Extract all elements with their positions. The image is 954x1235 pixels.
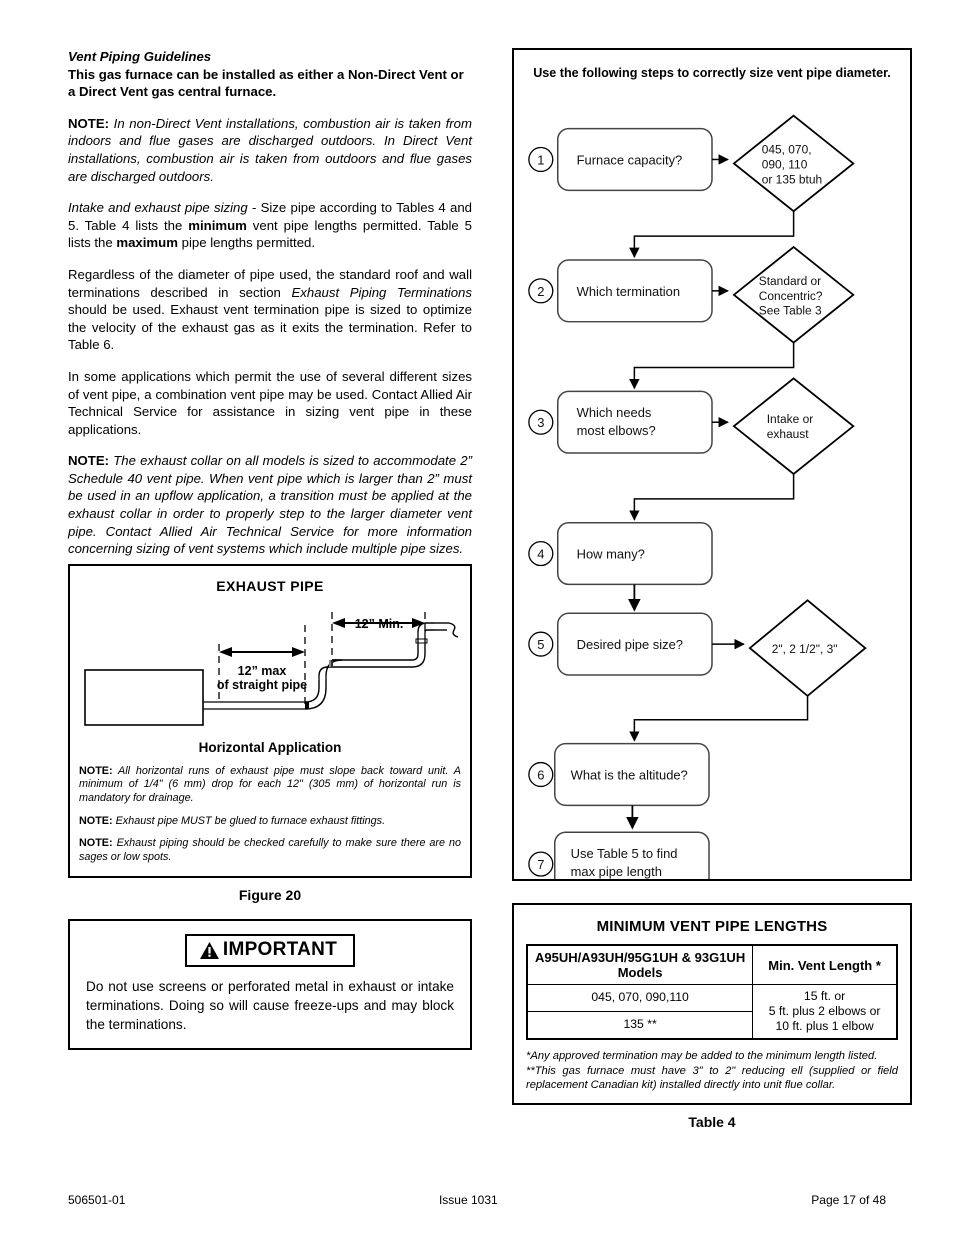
note-text: The exhaust collar on all models is size… — [68, 453, 472, 557]
note-text: All horizontal runs of exhaust pipe must… — [79, 764, 461, 805]
figure-note-1: NOTE: All horizontal runs of exhaust pip… — [79, 765, 461, 806]
figure-caption: Figure 20 — [238, 887, 302, 904]
figure-note-3: NOTE: Exhaust piping should be checked c… — [79, 837, 461, 864]
figure-title: EXHAUST PIPE — [216, 577, 324, 594]
step-number-5: 5 — [537, 637, 544, 652]
table-header-row: A95UH/A93UH/95G1UH & 93G1UH Models Min. … — [526, 944, 898, 985]
connector-decision1-to-step2 — [629, 211, 795, 259]
exhaust-pipe-diagram: 12” max of straight pipe 12” Min. — [84, 611, 459, 726]
footer-issue: Issue 1031 — [438, 1193, 498, 1207]
note-text: Exhaust pipe MUST be glued to furnace ex… — [115, 814, 386, 827]
table-title: MINIMUM VENT PIPE LENGTHS — [596, 918, 828, 935]
flowchart-node-6-label: What is the altitude? — [571, 767, 688, 782]
flowchart-node-7-label-line1: Use Table 5 to find — [571, 846, 678, 861]
table-footnote-2: **This gas furnace must have 3" to 2" re… — [526, 1064, 898, 1092]
important-badge-label: IMPORTANT — [222, 939, 338, 961]
page-footer: 506501-01 Issue 1031 Page 17 of 48 — [68, 1193, 886, 1207]
note-text: Exhaust piping should be checked careful… — [79, 837, 462, 863]
combination-vent-paragraph: In some applications which permit the us… — [68, 368, 472, 437]
important-body-text: Do not use screens or perforated metal i… — [86, 979, 454, 1033]
terminations-text-b: should be used. Exhaust vent termination… — [68, 302, 472, 353]
table-header-vent-length: Min. Vent Length * — [752, 944, 898, 985]
step-number-4: 4 — [537, 547, 544, 562]
vent-length-line-3: 10 ft. plus 1 elbow — [775, 1019, 874, 1033]
connector-decision4-to-step6 — [629, 695, 809, 742]
decision-3-line2: exhaust — [767, 427, 809, 441]
vent-length-line-2: 5 ft. plus 2 elbows or — [768, 1004, 881, 1018]
decision-2-line3: See Table 3 — [759, 304, 822, 318]
step-number-2: 2 — [537, 284, 544, 299]
important-warning-panel: IMPORTANT Do not use screens or perforat… — [68, 919, 472, 1051]
table-caption: Table 4 — [688, 1113, 736, 1130]
pipe-sizing-term: Intake and exhaust pipe sizing — [68, 200, 248, 216]
figure-20-panel: EXHAUST PIPE 12” max of straight pipe 12… — [68, 563, 472, 879]
footer-document-number: 506501-01 — [68, 1193, 126, 1207]
table-cell-vent-length: 15 ft. or 5 ft. plus 2 elbows or 10 ft. … — [752, 984, 898, 1040]
decision-2-line2: Concentric? — [759, 289, 823, 303]
dim-12in-max-line1: 12” max — [238, 664, 287, 678]
dim-12in-min: 12” Min. — [355, 617, 404, 631]
step-number-1: 1 — [537, 152, 544, 167]
figure-subtitle: Horizontal Application — [198, 739, 342, 755]
right-column: Use the following steps to correctly siz… — [512, 48, 912, 1130]
terminations-paragraph: Regardless of the diameter of pipe used,… — [68, 266, 472, 354]
maximum-keyword: maximum — [116, 235, 178, 251]
minimum-vent-pipe-lengths-table: A95UH/A93UH/95G1UH & 93G1UH Models Min. … — [526, 944, 898, 1040]
flowchart-svg: 1 Furnace capacity? 045, 070, 090, 110 o… — [528, 114, 867, 879]
note-label: NOTE: — [79, 764, 113, 777]
important-badge-wrap: IMPORTANT — [86, 934, 454, 968]
step-number-3: 3 — [537, 415, 544, 430]
table-4-panel: MINIMUM VENT PIPE LENGTHS A95UH/A93UH/95… — [512, 903, 912, 1105]
flowchart-node-7-label-line2: max pipe length — [571, 864, 662, 879]
flowchart-node-2-label: Which termination — [577, 284, 680, 299]
decision-1-line1: 045, 070, — [762, 143, 812, 157]
left-column: Vent Piping Guidelines This gas furnace … — [68, 48, 472, 1051]
note-text: In non-Direct Vent installations, combus… — [68, 115, 472, 184]
figure-note-2: NOTE: Exhaust pipe MUST be glued to furn… — [79, 815, 461, 829]
table-cell-models-0: 045, 070, 090,110 — [526, 984, 754, 1012]
decision-4-line1: 2", 2 1/2", 3" — [772, 642, 838, 656]
note-label: NOTE: — [79, 814, 113, 827]
decision-3-line1: Intake or — [767, 412, 813, 426]
vent-length-line-1: 15 ft. or — [803, 989, 846, 1003]
table-cell-models-1: 135 ** — [526, 1010, 754, 1040]
flowchart-node-1-label: Furnace capacity? — [577, 152, 683, 167]
decision-1-line2: 090, 110 — [762, 157, 808, 171]
table-footnote-1: *Any approved termination may be added t… — [526, 1050, 878, 1062]
decision-1-line3: or 135 btuh — [762, 172, 822, 186]
flowchart-node-3-label-line2: most elbows? — [577, 423, 656, 438]
note-paragraph-1: NOTE: In non-Direct Vent installations, … — [68, 115, 472, 185]
warning-triangle-icon — [199, 941, 219, 959]
dim-12in-max-line2: of straight pipe — [217, 678, 307, 692]
note-label: NOTE: — [68, 453, 110, 469]
decision-2-line1: Standard or — [759, 274, 821, 288]
pipe-sizing-paragraph: Intake and exhaust pipe sizing - Size pi… — [68, 199, 472, 252]
step-number-7: 7 — [537, 857, 544, 872]
note-paragraph-2: NOTE: The exhaust collar on all models i… — [68, 452, 472, 558]
vent-sizing-flowchart-panel: Use the following steps to correctly siz… — [512, 48, 912, 881]
table-header-models: A95UH/A93UH/95G1UH & 93G1UH Models — [526, 944, 754, 985]
table-footnotes: *Any approved termination may be added t… — [526, 1049, 898, 1093]
flowchart-node-3-label-line1: Which needs — [577, 405, 652, 420]
exhaust-piping-terminations-term: Exhaust Piping Terminations — [291, 284, 472, 300]
pipe-sizing-text-c: pipe lengths permitted. — [177, 235, 316, 251]
intro-paragraph: This gas furnace can be installed as eit… — [68, 66, 464, 100]
section-heading: Vent Piping Guidelines — [68, 49, 212, 64]
connector-decision3-to-step4 — [629, 473, 795, 521]
connector-decision2-to-step3 — [629, 342, 795, 390]
step-number-6: 6 — [537, 767, 544, 782]
flowchart-node-5-label: Desired pipe size? — [577, 637, 683, 652]
minimum-keyword: minimum — [188, 217, 247, 233]
table-row: 045, 070, 090,110 15 ft. or 5 ft. plus 2… — [526, 984, 898, 1040]
note-label: NOTE: — [68, 115, 110, 131]
flowchart-node-4-label: How many? — [577, 547, 645, 562]
note-label: NOTE: — [79, 837, 113, 850]
footer-page-number: Page 17 of 48 — [811, 1193, 886, 1207]
important-badge: IMPORTANT — [184, 934, 356, 968]
